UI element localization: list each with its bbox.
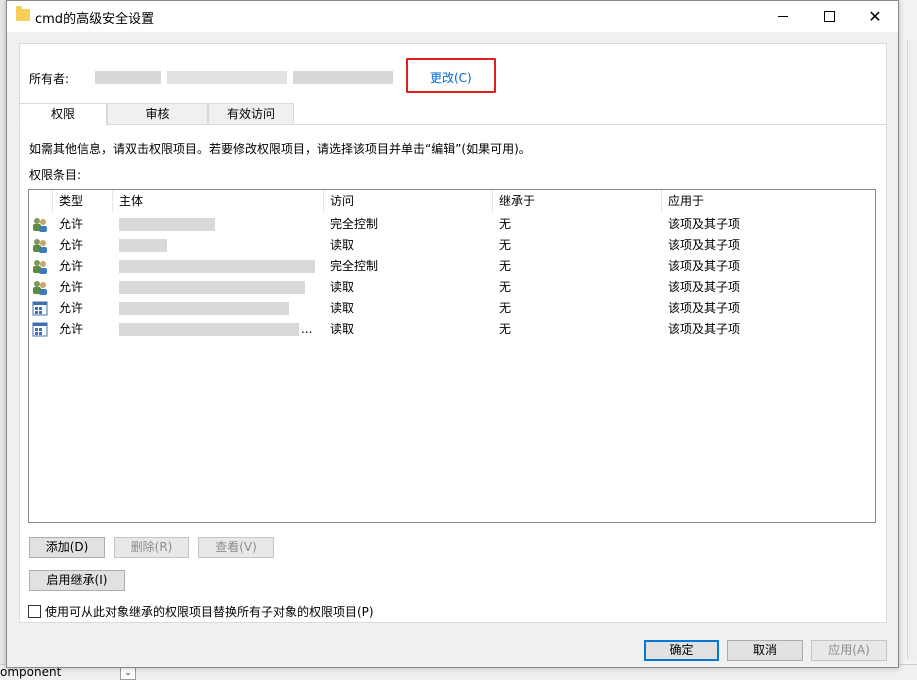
- app-package-icon: [32, 301, 48, 316]
- tab-auditing[interactable]: 审核: [107, 103, 208, 125]
- principal-redacted: [119, 218, 215, 231]
- column-header-applies-to[interactable]: 应用于: [662, 190, 875, 212]
- advanced-security-dialog: cmd的高级安全设置 ✕ 所有者: 更改(C) 权限 审核 有效访问 如需其他信…: [6, 0, 899, 668]
- permission-entries-list[interactable]: 类型 主体 访问 继承于 应用于 允许 完全控制 无 该项及其子项 允许 读取 …: [28, 189, 876, 523]
- row-type: 允许: [59, 301, 84, 315]
- background-dropdown-arrow[interactable]: ⌄: [120, 666, 136, 680]
- row-access: 读取: [330, 280, 355, 294]
- apply-button[interactable]: 应用(A): [811, 640, 887, 661]
- highlight-box: [406, 58, 496, 93]
- tab-effective-access[interactable]: 有效访问: [208, 103, 294, 125]
- row-applies: 该项及其子项: [668, 259, 741, 273]
- maximize-icon: [823, 10, 835, 22]
- background-right-panel: [907, 40, 917, 660]
- replace-child-permissions-checkbox[interactable]: [28, 605, 41, 618]
- remove-button[interactable]: 删除(R): [114, 537, 189, 558]
- permission-entries-label: 权限条目:: [29, 168, 82, 182]
- column-header-inherited-from[interactable]: 继承于: [493, 190, 662, 212]
- owner-label: 所有者:: [29, 72, 70, 86]
- table-row[interactable]: 允许 读取 无 该项及其子项: [29, 298, 875, 319]
- column-header-type[interactable]: 类型: [53, 190, 113, 212]
- row-type: 允许: [59, 280, 84, 294]
- minimize-icon: [778, 15, 788, 17]
- row-inherited: 无: [499, 238, 512, 252]
- column-header-principal[interactable]: 主体: [113, 190, 324, 212]
- minimize-button[interactable]: [760, 1, 806, 32]
- row-applies: 该项及其子项: [668, 238, 741, 252]
- dialog-title: cmd的高级安全设置: [35, 12, 155, 27]
- row-applies: 该项及其子项: [668, 301, 741, 315]
- principal-redacted: [119, 281, 305, 294]
- row-access: 读取: [330, 301, 355, 315]
- principal-redacted: [119, 323, 299, 336]
- add-button[interactable]: 添加(D): [29, 537, 105, 558]
- row-inherited: 无: [499, 322, 512, 336]
- principal-redacted: [119, 239, 167, 252]
- row-inherited: 无: [499, 301, 512, 315]
- title-bar[interactable]: cmd的高级安全设置 ✕: [7, 1, 898, 32]
- row-access: 完全控制: [330, 259, 379, 273]
- row-applies: 该项及其子项: [668, 280, 741, 294]
- row-inherited: 无: [499, 259, 512, 273]
- maximize-button[interactable]: [806, 1, 852, 32]
- table-row[interactable]: 允许 读取 无 该项及其子项: [29, 277, 875, 298]
- table-row[interactable]: 允许 完全控制 无 该项及其子项: [29, 256, 875, 277]
- table-row[interactable]: 允许 完全控制 无 该项及其子项: [29, 214, 875, 235]
- row-access: 读取: [330, 322, 355, 336]
- app-package-icon: [32, 322, 48, 337]
- view-button[interactable]: 查看(V): [198, 537, 274, 558]
- info-text: 如需其他信息，请双击权限项目。若要修改权限项目，请选择该项目并单击“编辑”(如果…: [29, 142, 531, 156]
- users-icon: [33, 260, 47, 274]
- ok-button[interactable]: 确定: [644, 640, 719, 661]
- row-inherited: 无: [499, 280, 512, 294]
- row-applies: 该项及其子项: [668, 217, 741, 231]
- close-button[interactable]: ✕: [852, 1, 898, 32]
- row-applies: 该项及其子项: [668, 322, 741, 336]
- row-type: 允许: [59, 259, 84, 273]
- owner-name-redacted: [167, 71, 287, 84]
- tab-permissions[interactable]: 权限: [19, 103, 107, 126]
- enable-inheritance-button[interactable]: 启用继承(I): [29, 570, 125, 591]
- row-type: 允许: [59, 322, 84, 336]
- row-inherited: 无: [499, 217, 512, 231]
- row-access: 完全控制: [330, 217, 379, 231]
- column-header-icon: [29, 190, 53, 212]
- owner-name-redacted: [95, 71, 161, 84]
- row-type: 允许: [59, 217, 84, 231]
- row-type: 允许: [59, 238, 84, 252]
- principal-redacted: [119, 302, 289, 315]
- users-icon: [33, 218, 47, 232]
- table-row[interactable]: 允许 读取 无 该项及其子项: [29, 235, 875, 256]
- principal-redacted: [119, 260, 315, 273]
- cancel-button[interactable]: 取消: [727, 640, 803, 661]
- row-principal-ellipsis: ...: [301, 322, 313, 336]
- owner-name-redacted: [293, 71, 393, 84]
- row-access: 读取: [330, 238, 355, 252]
- table-row[interactable]: 允许 ... 读取 无 该项及其子项: [29, 319, 875, 340]
- replace-child-permissions-label[interactable]: 使用可从此对象继承的权限项目替换所有子对象的权限项目(P): [45, 603, 374, 620]
- users-icon: [33, 239, 47, 253]
- users-icon: [33, 281, 47, 295]
- close-icon: ✕: [868, 7, 882, 26]
- folder-icon: [16, 6, 30, 21]
- column-header-access[interactable]: 访问: [324, 190, 493, 212]
